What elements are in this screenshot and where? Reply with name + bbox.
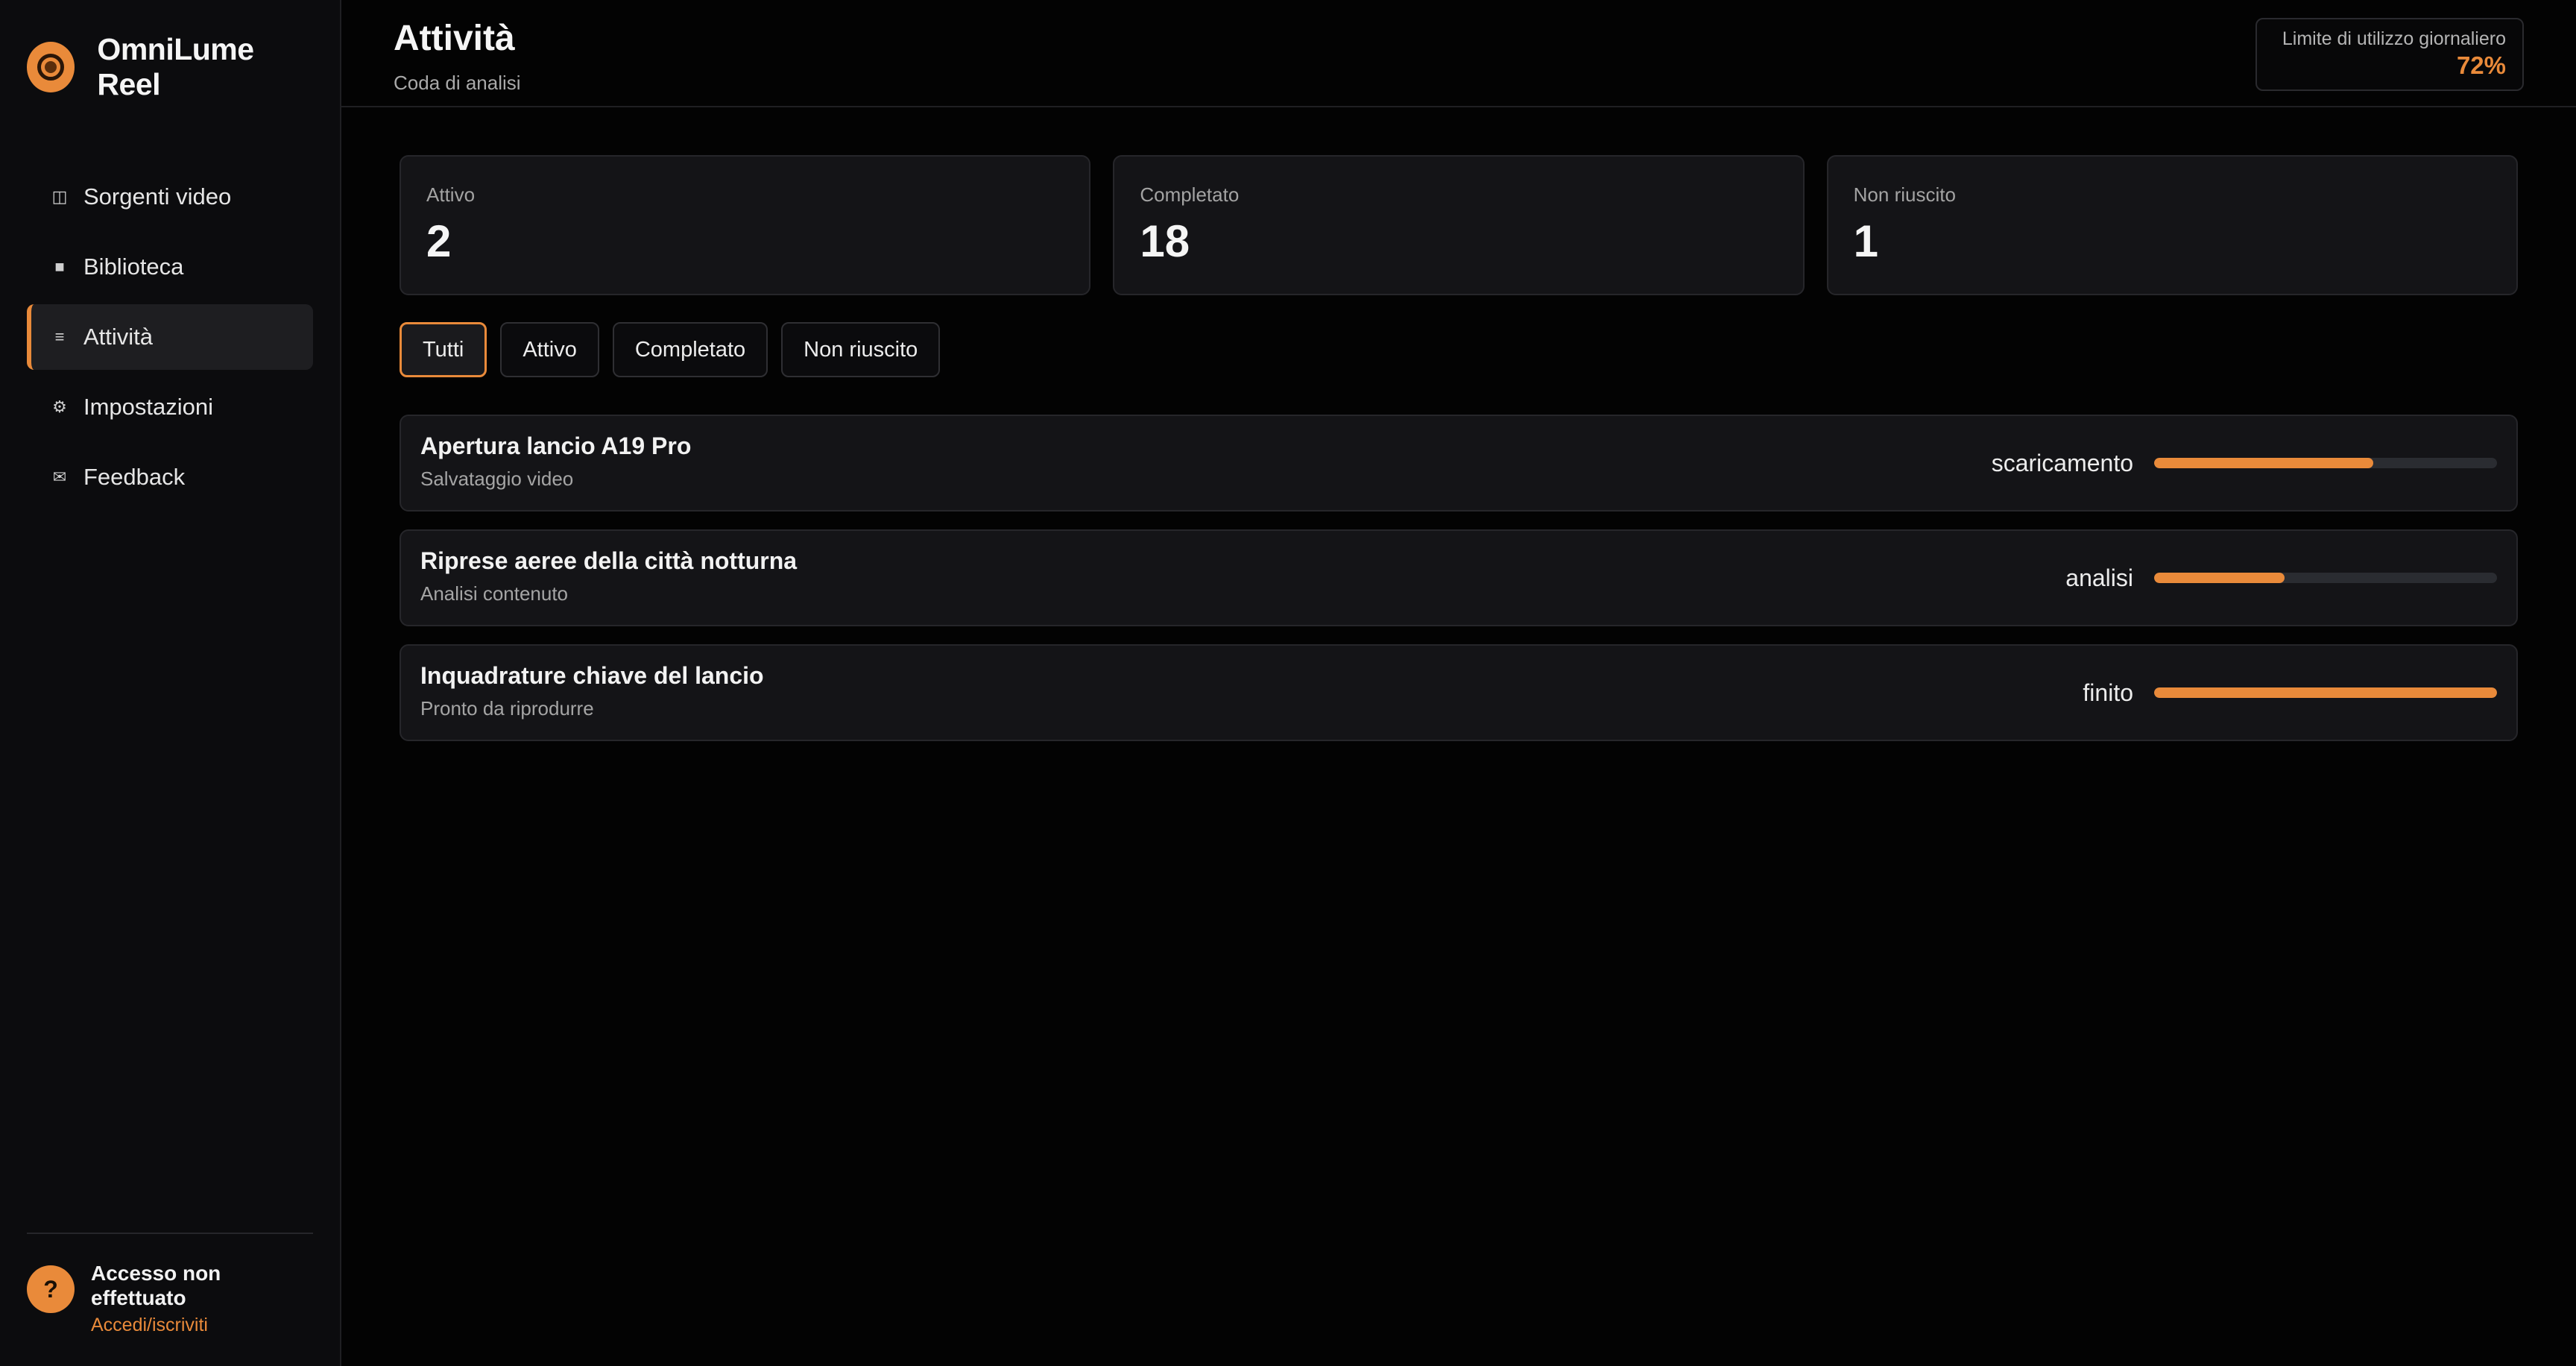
page-subtitle: Coda di analisi [394, 72, 521, 94]
task-progress-group: analisi [2065, 531, 2497, 625]
stats-row: Attivo 2 Completato 18 Non riuscito 1 [400, 155, 2518, 295]
filter-all-button[interactable]: Tutti [400, 322, 487, 377]
sidebar-item-label: Feedback [83, 464, 186, 490]
sidebar-item-settings[interactable]: ⚙ Impostazioni [27, 374, 313, 440]
sidebar: OmniLume Reel ◫ Sorgenti video ■ Bibliot… [0, 0, 341, 1366]
progress-fill [2154, 573, 2285, 583]
usage-limit-label: Limite di utilizzo giornaliero [2282, 28, 2506, 49]
sidebar-item-activity[interactable]: ≡ Attività [27, 304, 313, 370]
sidebar-item-label: Impostazioni [83, 394, 214, 420]
usage-limit-box: Limite di utilizzo giornaliero 72% [2255, 18, 2524, 91]
task-row[interactable]: Inquadrature chiave del lancio Pronto da… [400, 644, 2518, 741]
sidebar-item-label: Biblioteca [83, 254, 184, 280]
task-progress-group: scaricamento [1992, 416, 2497, 510]
usage-limit-value: 72% [2456, 51, 2506, 79]
stat-card-completed: Completato 18 [1113, 155, 1805, 295]
task-status: analisi [2065, 564, 2133, 591]
task-row[interactable]: Apertura lancio A19 Pro Salvataggio vide… [400, 415, 2518, 512]
stat-card-failed: Non riuscito 1 [1826, 155, 2518, 295]
stat-label: Non riuscito [1853, 183, 1956, 206]
brand[interactable]: OmniLume Reel [27, 0, 313, 134]
app-window: OmniLume Reel ◫ Sorgenti video ■ Bibliot… [0, 0, 2576, 1366]
filter-completed-button[interactable]: Completato [612, 322, 768, 377]
progress-fill [2154, 458, 2374, 468]
list-icon: ≡ [54, 327, 65, 346]
sidebar-item-feedback[interactable]: ✉ Feedback [27, 444, 313, 510]
page-header: Attività Coda di analisi Limite di utili… [341, 0, 2576, 107]
stat-label: Completato [1140, 183, 1240, 206]
stat-card-active: Attivo 2 [400, 155, 1091, 295]
stat-label: Attivo [426, 183, 476, 206]
task-progress-group: finito [2083, 646, 2497, 740]
app-name: OmniLume Reel [97, 32, 254, 101]
user-panel: ? Accesso non effettuato Accedi/iscrivit… [27, 1233, 313, 1336]
sidebar-item-label: Sorgenti video [83, 183, 232, 210]
progress-bar [2154, 573, 2497, 583]
filter-tabs: Tutti Attivo Completato Non riuscito [400, 322, 2518, 377]
progress-fill [2154, 687, 2497, 698]
stat-value: 18 [1140, 216, 1190, 266]
gear-icon: ⚙ [52, 397, 67, 416]
task-status: scaricamento [1991, 449, 2133, 476]
login-link[interactable]: Accedi/iscriviti [91, 1315, 255, 1336]
progress-bar [2154, 458, 2497, 468]
task-row[interactable]: Riprese aeree della città notturna Anali… [400, 529, 2518, 626]
login-status: Accesso non effettuato [91, 1262, 221, 1309]
question-icon[interactable]: ? [27, 1265, 75, 1313]
sidebar-item-library[interactable]: ■ Biblioteca [27, 234, 313, 300]
filter-active-button[interactable]: Attivo [500, 322, 599, 377]
page-title: Attività [394, 19, 515, 58]
stat-value: 2 [426, 216, 452, 266]
progress-bar [2154, 687, 2497, 698]
film-icon: ◫ [51, 187, 68, 206]
main-area: Attività Coda di analisi Limite di utili… [341, 0, 2576, 1366]
task-status: finito [2083, 679, 2133, 706]
task-list: Apertura lancio A19 Pro Salvataggio vide… [400, 415, 2518, 741]
sidebar-item-video-sources[interactable]: ◫ Sorgenti video [27, 164, 313, 230]
content: Attivo 2 Completato 18 Non riuscito 1 Tu… [341, 107, 2576, 741]
mail-icon: ✉ [52, 468, 67, 486]
stat-value: 1 [1853, 216, 1879, 266]
sidebar-item-label: Attività [83, 324, 154, 350]
filter-failed-button[interactable]: Non riuscito [781, 322, 941, 377]
sidebar-nav: ◫ Sorgenti video ■ Biblioteca ≡ Attività… [27, 164, 313, 510]
library-icon: ■ [54, 257, 65, 276]
logo-icon [27, 42, 75, 92]
